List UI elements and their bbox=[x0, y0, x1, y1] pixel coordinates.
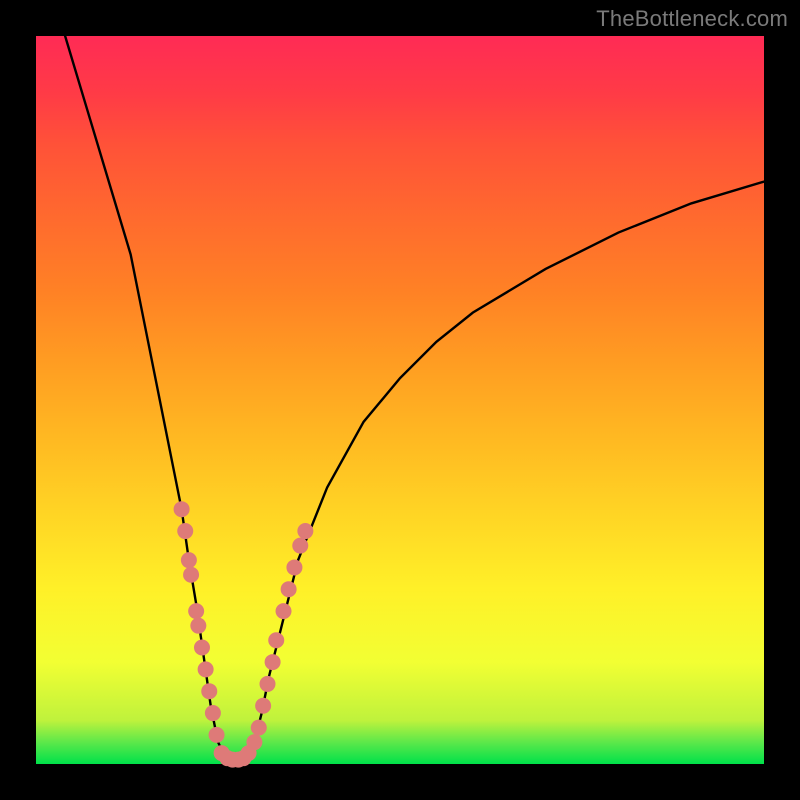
data-marker bbox=[281, 581, 297, 597]
data-marker bbox=[276, 603, 292, 619]
data-marker bbox=[260, 676, 276, 692]
data-marker bbox=[251, 720, 267, 736]
data-marker bbox=[268, 632, 284, 648]
data-marker bbox=[188, 603, 204, 619]
data-marker bbox=[177, 523, 193, 539]
watermark-text: TheBottleneck.com bbox=[596, 6, 788, 32]
data-marker bbox=[255, 698, 271, 714]
data-marker bbox=[190, 618, 206, 634]
data-marker bbox=[183, 567, 199, 583]
data-marker bbox=[209, 727, 225, 743]
data-marker bbox=[201, 683, 217, 699]
data-marker bbox=[265, 654, 281, 670]
data-marker bbox=[198, 661, 214, 677]
data-marker bbox=[174, 501, 190, 517]
data-marker bbox=[292, 538, 308, 554]
data-marker bbox=[205, 705, 221, 721]
plot-area bbox=[36, 36, 764, 764]
data-marker bbox=[246, 734, 262, 750]
data-marker bbox=[297, 523, 313, 539]
chart-frame: TheBottleneck.com bbox=[0, 0, 800, 800]
data-marker bbox=[181, 552, 197, 568]
data-marker bbox=[286, 559, 302, 575]
chart-svg bbox=[36, 36, 764, 764]
data-marker bbox=[194, 640, 210, 656]
markers-group bbox=[174, 501, 314, 767]
curve-line bbox=[65, 36, 764, 760]
